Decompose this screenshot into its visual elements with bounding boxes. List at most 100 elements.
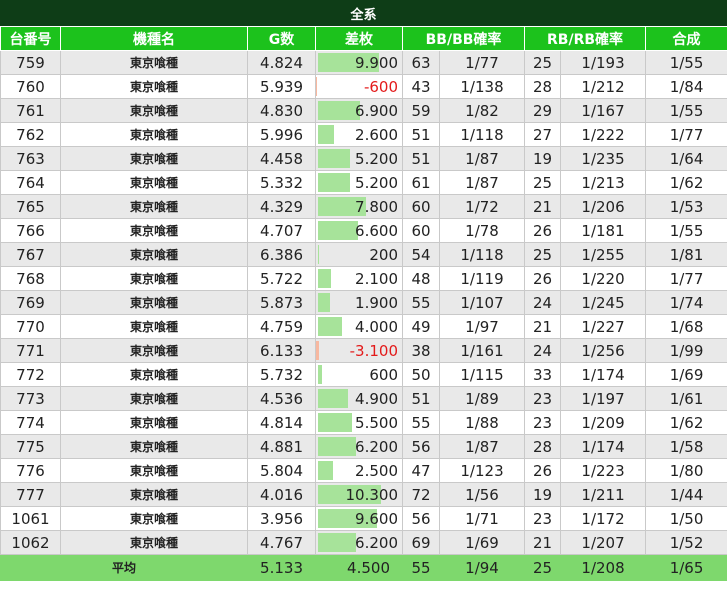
average-rb-count: 25: [524, 554, 562, 581]
rb-probability: 1/220: [560, 266, 647, 291]
difference-cell: 4.000: [315, 314, 403, 339]
rb-count: 21: [524, 314, 562, 339]
average-label: 平均: [0, 554, 248, 581]
difference-cell: 1.900: [315, 290, 403, 315]
header-game-count[interactable]: G数: [247, 26, 316, 51]
header-machine-name[interactable]: 機種名: [60, 26, 248, 51]
bb-count: 60: [402, 194, 440, 219]
table-row: 773 東京喰種 4.536 4.900 51 1/89 23 1/197 1/61: [0, 386, 727, 411]
combined-probability: 1/74: [645, 290, 727, 315]
average-game-count: 5.133: [247, 554, 316, 581]
combined-probability: 1/62: [645, 170, 727, 195]
bb-count: 51: [402, 122, 440, 147]
difference-value: 10.300: [345, 485, 399, 504]
rb-probability: 1/209: [560, 410, 647, 435]
difference-positive-bar: [318, 245, 319, 264]
table-row: 762 東京喰種 5.996 2.600 51 1/118 27 1/222 1/77: [0, 122, 727, 147]
difference-positive-bar: [318, 269, 331, 288]
difference-value: 9.600: [355, 509, 398, 528]
combined-probability: 1/50: [645, 506, 727, 531]
bb-count: 51: [402, 146, 440, 171]
table-row: 760 東京喰種 5.939 -600 43 1/138 28 1/212 1/84: [0, 74, 727, 99]
rb-probability: 1/223: [560, 458, 647, 483]
rb-count: 28: [524, 434, 562, 459]
bb-count: 38: [402, 338, 440, 363]
machine-number: 774: [0, 410, 61, 435]
combined-probability: 1/61: [645, 386, 727, 411]
bb-probability: 1/138: [438, 74, 526, 99]
combined-probability: 1/81: [645, 242, 727, 267]
difference-value: 4.000: [355, 317, 398, 336]
game-count: 4.536: [247, 386, 316, 411]
bb-count: 56: [402, 506, 440, 531]
bb-probability: 1/56: [438, 482, 526, 507]
combined-probability: 1/53: [645, 194, 727, 219]
average-combined: 1/65: [645, 554, 727, 581]
table-row: 765 東京喰種 4.329 7.800 60 1/72 21 1/206 1/53: [0, 194, 727, 219]
bb-probability: 1/87: [438, 434, 526, 459]
header-rb-probability[interactable]: RB/RB確率: [524, 26, 647, 51]
table-row: 776 東京喰種 5.804 2.500 47 1/123 26 1/223 1/80: [0, 458, 727, 483]
table-row: 774 東京喰種 4.814 5.500 55 1/88 23 1/209 1/62: [0, 410, 727, 435]
combined-probability: 1/55: [645, 218, 727, 243]
machine-number: 776: [0, 458, 61, 483]
rb-count: 25: [524, 50, 562, 75]
machine-number: 760: [0, 74, 61, 99]
difference-value: 1.900: [355, 293, 398, 312]
difference-cell: 10.300: [315, 482, 403, 507]
machine-name: 東京喰種: [60, 218, 248, 243]
game-count: 6.133: [247, 338, 316, 363]
bb-probability: 1/89: [438, 386, 526, 411]
difference-positive-bar: [318, 461, 333, 480]
game-count: 4.759: [247, 314, 316, 339]
rb-count: 23: [524, 506, 562, 531]
difference-cell: -600: [315, 74, 403, 99]
rb-count: 24: [524, 338, 562, 363]
rb-count: 23: [524, 386, 562, 411]
difference-cell: 9.900: [315, 50, 403, 75]
machine-name: 東京喰種: [60, 170, 248, 195]
bb-count: 50: [402, 362, 440, 387]
bb-count: 55: [402, 290, 440, 315]
bb-probability: 1/97: [438, 314, 526, 339]
rb-probability: 1/174: [560, 362, 647, 387]
table-title: 全系: [0, 0, 727, 26]
machine-number: 766: [0, 218, 61, 243]
game-count: 5.873: [247, 290, 316, 315]
bb-count: 69: [402, 530, 440, 555]
average-row: 平均 5.133 4.500 55 1/94 25 1/208 1/65: [0, 554, 727, 581]
average-rb-probability: 1/208: [560, 554, 647, 581]
rb-probability: 1/197: [560, 386, 647, 411]
rb-probability: 1/235: [560, 146, 647, 171]
game-count: 4.881: [247, 434, 316, 459]
machine-number: 762: [0, 122, 61, 147]
difference-value: 7.800: [355, 197, 398, 216]
machine-number: 775: [0, 434, 61, 459]
rb-probability: 1/207: [560, 530, 647, 555]
bb-probability: 1/115: [438, 362, 526, 387]
difference-value: 200: [369, 245, 398, 264]
machine-number: 773: [0, 386, 61, 411]
table-row: 777 東京喰種 4.016 10.300 72 1/56 19 1/211 1/44: [0, 482, 727, 507]
rb-count: 29: [524, 98, 562, 123]
bb-count: 61: [402, 170, 440, 195]
header-difference[interactable]: 差枚: [315, 26, 403, 51]
machine-name: 東京喰種: [60, 98, 248, 123]
header-combined[interactable]: 合成: [645, 26, 727, 51]
difference-cell: 2.500: [315, 458, 403, 483]
difference-cell: 200: [315, 242, 403, 267]
header-machine-number[interactable]: 台番号: [0, 26, 61, 51]
machine-number: 767: [0, 242, 61, 267]
bb-probability: 1/123: [438, 458, 526, 483]
machine-name: 東京喰種: [60, 338, 248, 363]
rb-count: 24: [524, 290, 562, 315]
machine-number: 777: [0, 482, 61, 507]
bb-count: 63: [402, 50, 440, 75]
difference-cell: -3.100: [315, 338, 403, 363]
machine-name: 東京喰種: [60, 434, 248, 459]
difference-cell: 6.200: [315, 434, 403, 459]
bb-probability: 1/87: [438, 146, 526, 171]
rb-count: 21: [524, 194, 562, 219]
difference-positive-bar: [318, 413, 352, 432]
header-bb-probability[interactable]: BB/BB確率: [401, 26, 526, 51]
